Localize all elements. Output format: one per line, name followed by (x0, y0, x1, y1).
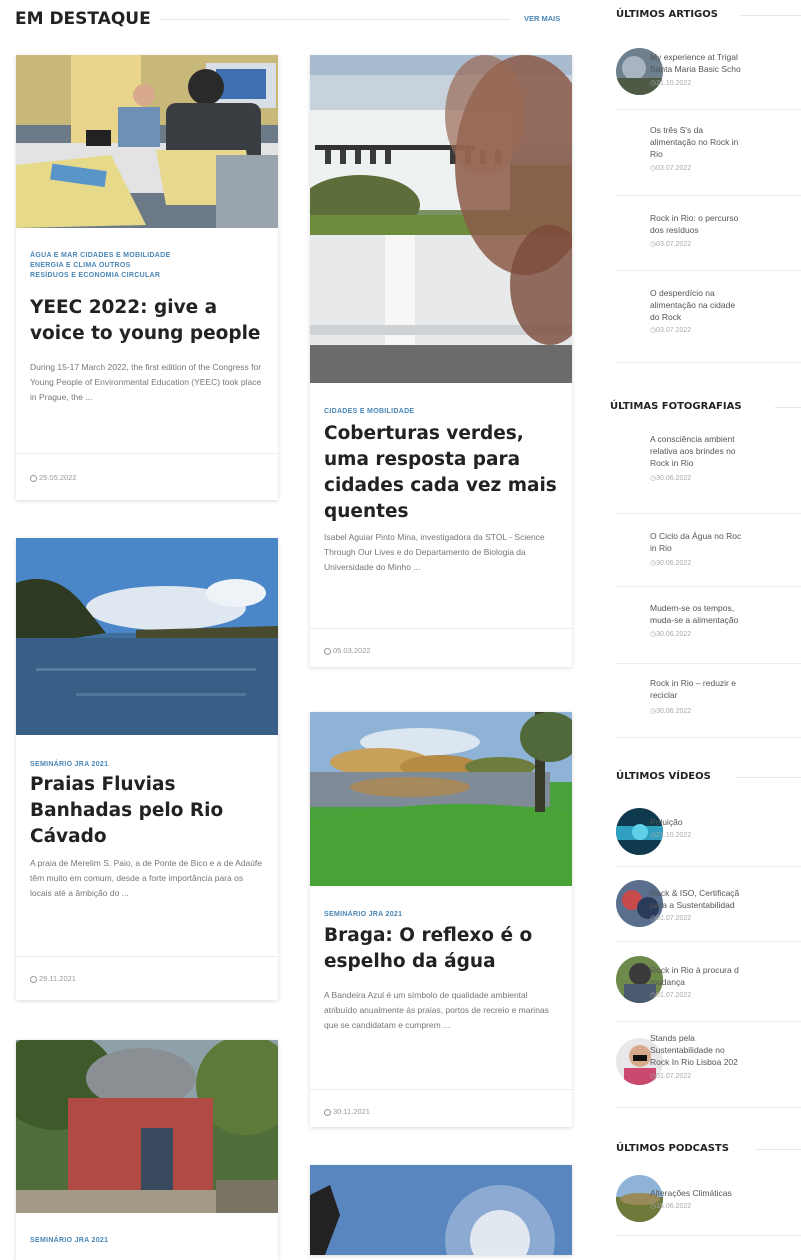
article-title[interactable]: YEEC 2022: give a voice to young people (30, 295, 268, 347)
article-card[interactable]: ÁGUA E MAR CIDADES E MOBILIDADE ENERGIA … (16, 55, 278, 500)
sidebar-divider (616, 1107, 801, 1108)
article-card[interactable]: SEMINÁRIO JRA 2021 Braga: O reflexo é o … (310, 712, 572, 1127)
sidebar-divider (616, 270, 801, 271)
sidebar-photo-title[interactable]: Mudem-se os tempos, muda-se a alimentaçã… (650, 602, 800, 626)
sidebar-divider (616, 362, 801, 363)
section-divider (775, 407, 801, 408)
sidebar-divider (616, 586, 801, 587)
article-image[interactable] (16, 55, 278, 228)
clock-icon (30, 975, 37, 983)
article-date: 30.11.2021 (324, 1107, 370, 1116)
sidebar-article-title[interactable]: My experience at Trigal Santa Maria Basi… (650, 51, 800, 75)
article-date: 29.11.2021 (30, 974, 76, 983)
article-categories[interactable]: ÁGUA E MAR CIDADES E MOBILIDADE ENERGIA … (30, 251, 264, 281)
sidebar-divider (616, 1021, 801, 1022)
article-title[interactable]: Praias Fluvias Banhadas pelo Rio Cávado (30, 772, 268, 850)
sidebar-video-title[interactable]: Rock & ISO, Certificaçã para a Sustentab… (650, 887, 800, 911)
sidebar-podcast-title[interactable]: Alterações Climáticas (650, 1187, 800, 1199)
sidebar-photo-title[interactable]: O Ciclo da Água no Roc in Rio (650, 530, 800, 554)
sidebar-article-date: ◷03.07.2022 (650, 165, 692, 172)
sidebar-video-title[interactable]: Stands pela Sustentabilidade no Rock In … (650, 1032, 800, 1068)
sidebar-divider (616, 941, 801, 942)
sidebar-divider (616, 1235, 801, 1236)
sidebar-article-date: ◷03.07.2022 (650, 327, 692, 334)
article-card[interactable]: SEMINÁRIO JRA 2021 (16, 1040, 278, 1260)
sidebar-photo-date: ◷30.06.2022 (650, 631, 692, 638)
sidebar-video-date: ◷01.07.2022 (650, 992, 692, 999)
article-image[interactable] (16, 538, 278, 735)
sidebar-divider (616, 513, 801, 514)
section-divider (160, 19, 510, 20)
article-categories[interactable]: SEMINÁRIO JRA 2021 (30, 760, 264, 770)
sidebar-divider (616, 109, 801, 110)
article-excerpt: A Bandeira Azul é um símbolo de qualidad… (324, 990, 549, 1030)
sidebar-photo-title[interactable]: Rock in Rio – reduzir e reciclar (650, 677, 800, 701)
article-card[interactable]: CIDADES E MOBILIDADE Coberturas verdes, … (310, 55, 572, 667)
clock-icon (324, 647, 331, 655)
sidebar-video-title[interactable]: Poluição (650, 816, 800, 828)
sidebar-divider (616, 866, 801, 867)
sidebar-video-date: ◷21.10.2022 (650, 832, 692, 839)
sidebar-video-title[interactable]: Rock in Rio à procura d mudança (650, 964, 800, 988)
sidebar-article-date: ◷21.10.2022 (650, 80, 692, 87)
card-divider (16, 453, 278, 454)
sidebar-photo-date: ◷30.06.2022 (650, 560, 692, 567)
article-title[interactable]: Coberturas verdes, uma resposta para cid… (324, 421, 562, 525)
article-image[interactable] (310, 1165, 572, 1255)
sidebar-video-date: ◷01.07.2022 (650, 1073, 692, 1080)
sidebar-title-photos: ÚLTIMAS FOTOGRAFIAS (610, 401, 742, 412)
article-card[interactable] (310, 1165, 572, 1255)
card-divider (310, 1089, 572, 1090)
sidebar-article-title[interactable]: Rock in Rio: o percurso dos resíduos (650, 212, 800, 236)
article-image[interactable] (310, 55, 572, 383)
sidebar-title-videos: ÚLTIMOS VÍDEOS (616, 771, 711, 782)
article-excerpt: During 15-17 March 2022, the first editi… (30, 362, 262, 402)
article-excerpt: A praia de Merelim S. Paio, a de Ponte d… (30, 858, 263, 898)
article-categories[interactable]: SEMINÁRIO JRA 2021 (324, 910, 558, 920)
article-excerpt: Isabel Aguiar Pinto Mina, investigadora … (324, 532, 545, 572)
card-divider (16, 956, 278, 957)
sidebar-article-title[interactable]: Os três S's da alimentação no Rock in Ri… (650, 124, 800, 160)
article-categories[interactable]: CIDADES E MOBILIDADE (324, 407, 558, 417)
sidebar-photo-date: ◷30.06.2022 (650, 708, 692, 715)
see-more-link[interactable]: VER MAIS (524, 14, 560, 23)
sidebar-divider (616, 737, 801, 738)
section-title-featured: EM DESTAQUE (15, 9, 151, 29)
section-divider (735, 777, 801, 778)
article-date: 05.03.2022 (324, 646, 371, 655)
article-image[interactable] (16, 1040, 278, 1213)
clock-icon (30, 474, 37, 482)
sidebar-title-podcasts: ÚLTIMOS PODCASTS (616, 1143, 729, 1154)
sidebar-video-date: ◷01.07.2022 (650, 915, 692, 922)
sidebar-photo-date: ◷30.06.2022 (650, 475, 692, 482)
clock-icon (324, 1108, 331, 1116)
article-date: 25.05.2022 (30, 473, 77, 482)
sidebar-photo-title[interactable]: A consciência ambient relativa aos brind… (650, 433, 800, 469)
section-divider (755, 1149, 801, 1150)
sidebar-divider (616, 195, 801, 196)
sidebar-article-title[interactable]: O desperdício na alimentação na cidade d… (650, 287, 800, 323)
card-divider (310, 628, 572, 629)
sidebar-title-articles: ÚLTIMOS ARTIGOS (616, 9, 718, 20)
sidebar-divider (616, 663, 801, 664)
sidebar-podcast-date: ◷15.06.2022 (650, 1203, 692, 1210)
article-title[interactable]: Braga: O reflexo é o espelho da água (324, 923, 562, 975)
section-divider (740, 15, 801, 16)
article-image[interactable] (310, 712, 572, 886)
sidebar-article-date: ◷03.07.2022 (650, 241, 692, 248)
article-card[interactable]: SEMINÁRIO JRA 2021 Praias Fluvias Banhad… (16, 538, 278, 1000)
